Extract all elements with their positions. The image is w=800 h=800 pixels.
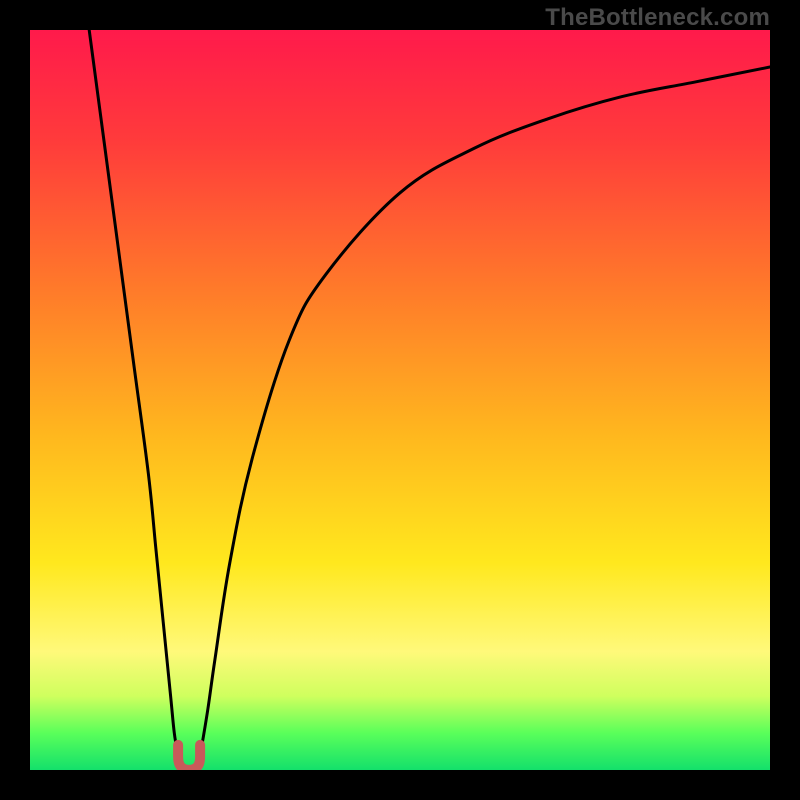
plot-area — [30, 30, 770, 770]
watermark-text: TheBottleneck.com — [545, 4, 770, 32]
chart-frame: TheBottleneck.com — [0, 0, 800, 800]
plot-svg — [30, 30, 770, 770]
gradient-background — [30, 30, 770, 770]
